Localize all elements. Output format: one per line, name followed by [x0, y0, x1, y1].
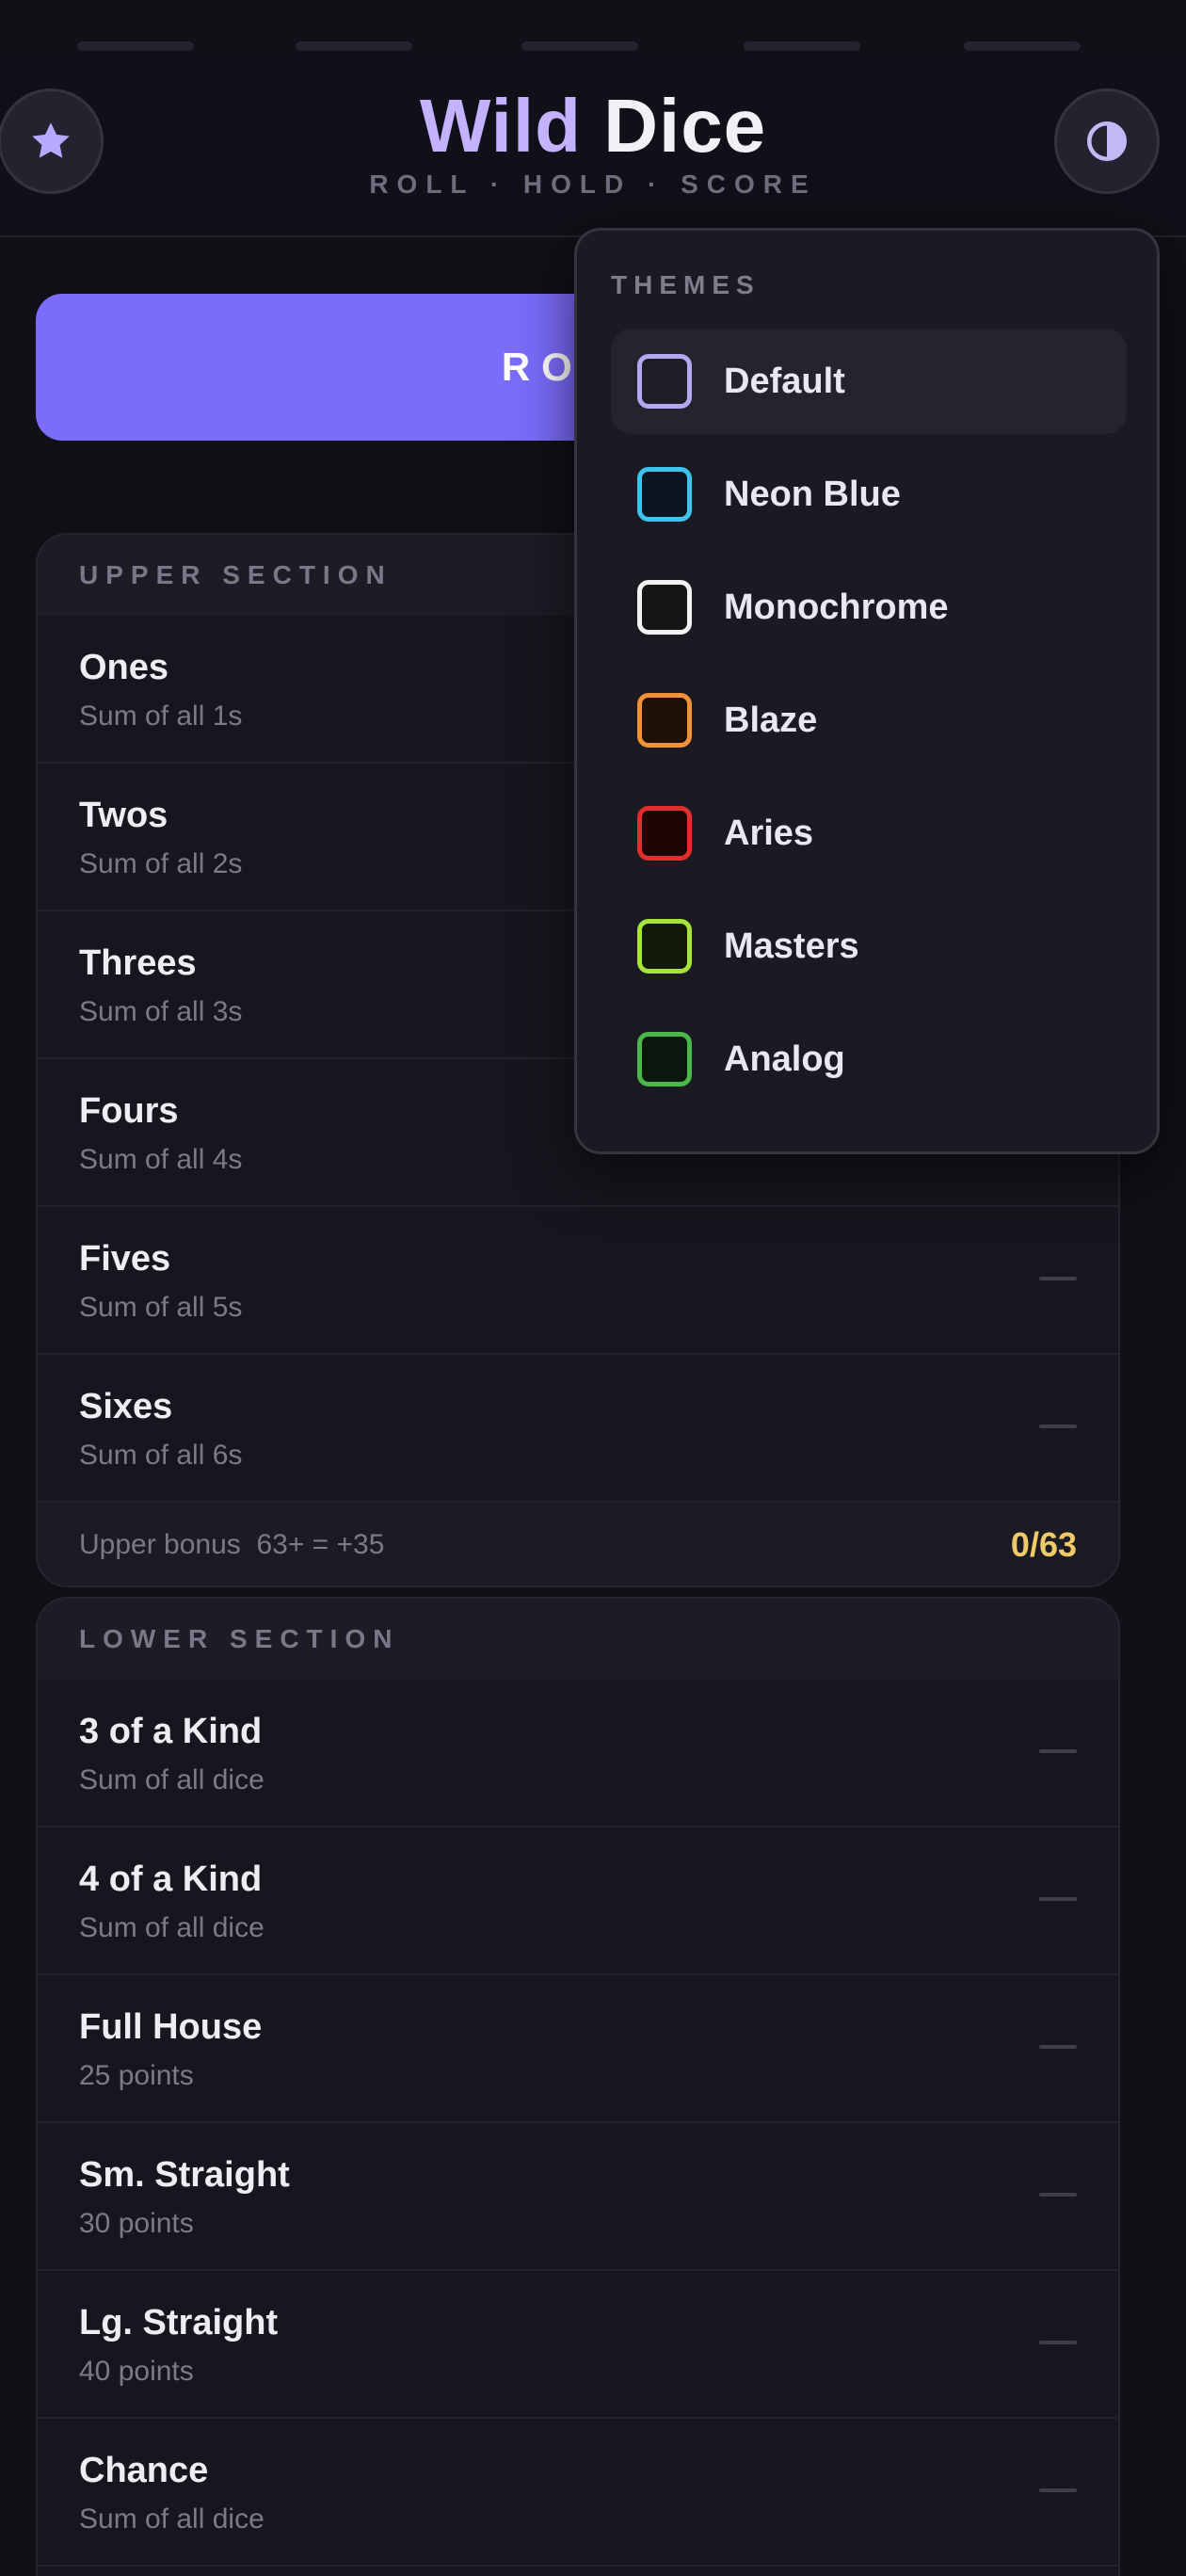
score-row-desc: Sum of all 6s: [79, 1440, 243, 1471]
app-title-wild: Wild: [419, 84, 582, 168]
score-row-name: Sm. Straight: [79, 2155, 290, 2195]
upper-bonus-value: 0/63: [1010, 1525, 1077, 1564]
theme-option-label: Neon Blue: [724, 474, 901, 514]
theme-option-label: Aries: [724, 813, 814, 853]
score-row-desc: Sum of all dice: [79, 1912, 264, 1943]
empty-score-dash: [1039, 1749, 1077, 1753]
score-row-name: Sixes: [79, 1387, 173, 1426]
score-row-large-straight[interactable]: Lg. Straight 40 points: [38, 2271, 1118, 2419]
empty-score-dash: [1039, 2488, 1077, 2492]
theme-option-label: Masters: [724, 926, 859, 966]
lower-section-card: LOWER SECTION 3 of a Kind Sum of all dic…: [36, 1597, 1120, 2576]
score-row-name: Lg. Straight: [79, 2303, 279, 2343]
theme-option-analog[interactable]: Analog: [611, 1006, 1127, 1112]
empty-score-dash: [1039, 2193, 1077, 2197]
score-row-name: Chance: [79, 2451, 209, 2490]
empty-score-dash: [1039, 2341, 1077, 2344]
themes-dropdown: THEMES Default Neon Blue Monochrome Blaz…: [574, 228, 1160, 1154]
score-row-name: Threes: [79, 943, 197, 983]
theme-button[interactable]: [1054, 89, 1160, 194]
score-row-four-of-a-kind[interactable]: 4 of a Kind Sum of all dice: [38, 1827, 1118, 1975]
score-row-desc: Sum of all 1s: [79, 700, 243, 732]
score-row-fives[interactable]: Fives Sum of all 5s: [38, 1207, 1118, 1355]
dice-slot: [744, 41, 860, 51]
theme-option-label: Blaze: [724, 700, 818, 740]
empty-score-dash: [1039, 1897, 1077, 1901]
theme-swatch: [637, 580, 692, 635]
theme-option-blaze[interactable]: Blaze: [611, 668, 1127, 773]
app-tagline: ROLL · HOLD · SCORE: [369, 169, 817, 199]
theme-option-neon-blue[interactable]: Neon Blue: [611, 442, 1127, 547]
score-row-desc: 30 points: [79, 2208, 194, 2239]
score-row-name: Full House: [79, 2007, 263, 2047]
dice-slot: [77, 41, 194, 51]
score-row-three-of-a-kind[interactable]: 3 of a Kind Sum of all dice: [38, 1680, 1118, 1827]
score-row-name: Fours: [79, 1091, 179, 1131]
theme-option-label: Default: [724, 361, 845, 401]
upper-bonus-row: Upper bonus 63+ = +35 0/63: [38, 1503, 1118, 1586]
dice-slot: [296, 41, 412, 51]
dice-slot: [964, 41, 1081, 51]
score-row-name: 4 of a Kind: [79, 1860, 263, 1899]
dice-slot-strip: [0, 0, 1186, 55]
score-row-chance[interactable]: Chance Sum of all dice: [38, 2419, 1118, 2567]
score-row-name: Fives: [79, 1239, 171, 1279]
lower-section-header: LOWER SECTION: [38, 1599, 1118, 1680]
upper-bonus-label: Upper bonus 63+ = +35: [79, 1529, 385, 1560]
theme-option-aries[interactable]: Aries: [611, 781, 1127, 886]
contrast-icon: [1086, 121, 1128, 162]
theme-option-label: Monochrome: [724, 587, 949, 627]
score-row-desc: Sum of all 2s: [79, 848, 243, 879]
theme-swatch: [637, 693, 692, 748]
score-row-full-house[interactable]: Full House 25 points: [38, 1975, 1118, 2123]
theme-swatch: [637, 354, 692, 409]
dice-slot: [521, 41, 638, 51]
score-row-name: Twos: [79, 796, 168, 835]
theme-option-monochrome[interactable]: Monochrome: [611, 555, 1127, 660]
theme-swatch: [637, 1032, 692, 1087]
score-row-desc: 25 points: [79, 2060, 194, 2091]
score-row-sixes[interactable]: Sixes Sum of all 6s: [38, 1355, 1118, 1503]
empty-score-dash: [1039, 1425, 1077, 1428]
empty-score-dash: [1039, 2045, 1077, 2049]
score-row-desc: Sum of all 4s: [79, 1144, 243, 1175]
score-row-name: Ones: [79, 648, 169, 687]
theme-option-masters[interactable]: Masters: [611, 894, 1127, 999]
score-row-name: 3 of a Kind: [79, 1712, 263, 1751]
theme-swatch: [637, 919, 692, 974]
app-title: Wild Dice: [0, 83, 1186, 169]
themes-header: THEMES: [611, 270, 761, 299]
score-row-desc: Sum of all dice: [79, 1764, 264, 1795]
score-row-desc: Sum of all 5s: [79, 1292, 243, 1323]
score-row-desc: 40 points: [79, 2356, 194, 2387]
score-row-desc: Sum of all dice: [79, 2504, 264, 2535]
theme-option-default[interactable]: Default: [611, 329, 1127, 434]
theme-swatch: [637, 806, 692, 861]
empty-score-dash: [1039, 1277, 1077, 1280]
score-row-small-straight[interactable]: Sm. Straight 30 points: [38, 2123, 1118, 2271]
theme-option-label: Analog: [724, 1038, 845, 1079]
score-row-desc: Sum of all 3s: [79, 996, 243, 1027]
app-header: Wild Dice ROLL · HOLD · SCORE: [0, 55, 1186, 237]
app-title-dice: Dice: [603, 84, 767, 168]
theme-swatch: [637, 467, 692, 522]
